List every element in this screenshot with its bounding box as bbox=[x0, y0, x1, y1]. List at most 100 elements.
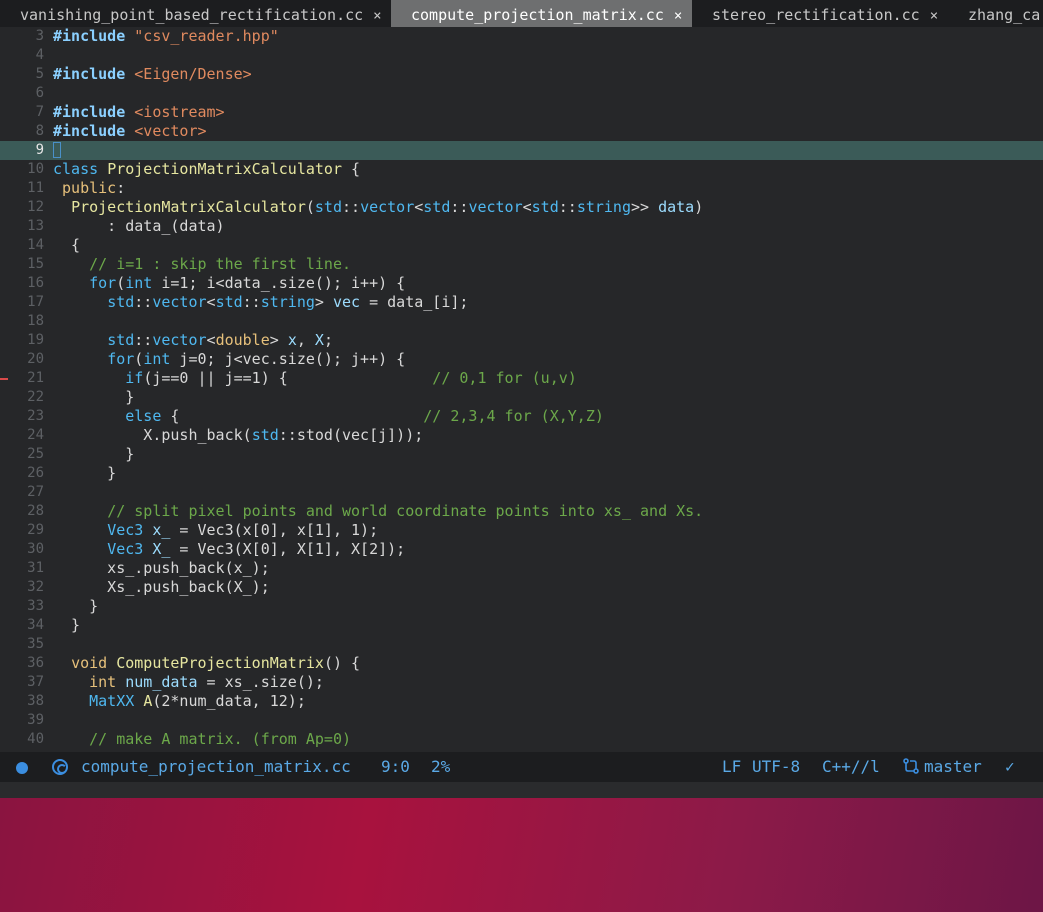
code-text: } bbox=[53, 464, 117, 482]
code-line[interactable]: 36 void ComputeProjectionMatrix() { bbox=[0, 654, 1043, 673]
code-line[interactable]: 19 std::vector<double> x, X; bbox=[0, 331, 1043, 350]
code-line[interactable]: 38 MatXX A(2*num_data, 12); bbox=[0, 692, 1043, 711]
code-line-current[interactable]: 9 bbox=[0, 141, 1043, 160]
code-line[interactable]: 7 #include <iostream> bbox=[0, 103, 1043, 122]
close-icon[interactable]: × bbox=[930, 8, 938, 24]
line-number: 35 bbox=[27, 636, 44, 652]
code-text: X.push_back(std::stod(vec[j])); bbox=[53, 426, 424, 444]
tab-label: zhang_ca bbox=[968, 6, 1041, 24]
cpp-file-icon bbox=[52, 759, 68, 775]
line-number: 14 bbox=[27, 237, 44, 253]
code-line[interactable]: 14 { bbox=[0, 236, 1043, 255]
line-number: 19 bbox=[27, 332, 44, 348]
code-text: for(int j=0; j<vec.size(); j++) { bbox=[107, 350, 406, 368]
line-number: 33 bbox=[27, 598, 44, 614]
code-text: MatXX A(2*num_data, 12); bbox=[89, 692, 306, 710]
close-icon[interactable]: × bbox=[674, 8, 682, 24]
code-line[interactable]: 20 for(int j=0; j<vec.size(); j++) { bbox=[0, 350, 1043, 369]
line-number: 30 bbox=[27, 541, 44, 557]
line-number: 17 bbox=[27, 294, 44, 310]
code-line[interactable]: 22 } bbox=[0, 388, 1043, 407]
code-text: Vec3 X_ = Vec3(X[0], X[1], X[2]); bbox=[107, 540, 406, 558]
code-line[interactable]: 29 Vec3 x_ = Vec3(x[0], x[1], 1); bbox=[0, 521, 1043, 540]
status-dot-icon[interactable] bbox=[16, 762, 28, 774]
check-icon[interactable]: ✓ bbox=[1005, 752, 1015, 782]
line-number: 6 bbox=[35, 85, 44, 101]
code-line[interactable]: 32 Xs_.push_back(X_); bbox=[0, 578, 1043, 597]
line-number: 20 bbox=[27, 351, 44, 367]
line-number: 4 bbox=[35, 47, 44, 63]
line-number: 39 bbox=[27, 712, 44, 728]
code-line[interactable]: 35 bbox=[0, 635, 1043, 654]
code-line[interactable]: 39 bbox=[0, 711, 1043, 730]
code-line[interactable]: 17 std::vector<std::string> vec = data_[… bbox=[0, 293, 1043, 312]
code-line[interactable]: 12 ProjectionMatrixCalculator(std::vecto… bbox=[0, 198, 1043, 217]
line-number: 40 bbox=[27, 731, 44, 747]
git-branch-icon bbox=[902, 752, 920, 782]
code-text: Xs_.push_back(X_); bbox=[53, 578, 270, 596]
line-number: 28 bbox=[27, 503, 44, 519]
code-line[interactable]: 15 // i=1 : skip the first line. bbox=[0, 255, 1043, 274]
status-grammar[interactable]: C++//l bbox=[822, 752, 880, 782]
status-file-name[interactable]: compute_projection_matrix.cc bbox=[81, 752, 351, 782]
code-line[interactable]: 33 } bbox=[0, 597, 1043, 616]
line-number: 8 bbox=[35, 123, 44, 139]
code-text: #include <vector> bbox=[53, 122, 207, 140]
code-line[interactable]: 6 bbox=[0, 84, 1043, 103]
code-line[interactable]: 23 else { // 2,3,4 for (X,Y,Z) bbox=[0, 407, 1043, 426]
line-number: 34 bbox=[27, 617, 44, 633]
status-branch[interactable]: master bbox=[924, 752, 982, 782]
code-line[interactable]: 25 } bbox=[0, 445, 1043, 464]
window-bottom-strip bbox=[0, 782, 1043, 798]
tab-label: vanishing_point_based_rectification.cc bbox=[20, 6, 364, 24]
code-line[interactable]: 26 } bbox=[0, 464, 1043, 483]
status-bar: compute_projection_matrix.cc 9:0 2% LF U… bbox=[0, 752, 1043, 782]
code-line[interactable]: 10 class ProjectionMatrixCalculator { bbox=[0, 160, 1043, 179]
line-number: 13 bbox=[27, 218, 44, 234]
code-line[interactable]: 28 // split pixel points and world coord… bbox=[0, 502, 1043, 521]
code-line[interactable]: 34 } bbox=[0, 616, 1043, 635]
code-text: public: bbox=[62, 179, 126, 197]
code-line[interactable]: 8 #include <vector> bbox=[0, 122, 1043, 141]
code-line[interactable]: 16 for(int i=1; i<data_.size(); i++) { bbox=[0, 274, 1043, 293]
line-number: 12 bbox=[27, 199, 44, 215]
code-line[interactable]: 3 #include "csv_reader.hpp" bbox=[0, 27, 1043, 46]
code-line[interactable]: 37 int num_data = xs_.size(); bbox=[0, 673, 1043, 692]
code-line[interactable]: 21 if(j==0 || j==1) { // 0,1 for (u,v) bbox=[0, 369, 1043, 388]
code-line[interactable]: 4 bbox=[0, 46, 1043, 65]
line-number: 10 bbox=[27, 161, 44, 177]
code-text: ProjectionMatrixCalculator(std::vector<s… bbox=[71, 198, 704, 216]
line-number: 16 bbox=[27, 275, 44, 291]
status-cursor-position[interactable]: 9:0 bbox=[381, 752, 410, 782]
code-line[interactable]: 27 bbox=[0, 483, 1043, 502]
line-number: 29 bbox=[27, 522, 44, 538]
line-number: 27 bbox=[27, 484, 44, 500]
code-line[interactable]: 31 xs_.push_back(x_); bbox=[0, 559, 1043, 578]
desktop-background bbox=[0, 798, 1043, 912]
line-number: 15 bbox=[27, 256, 44, 272]
code-line[interactable]: 24 X.push_back(std::stod(vec[j])); bbox=[0, 426, 1043, 445]
status-scroll-percent: 2% bbox=[431, 757, 451, 776]
code-line[interactable]: 5 #include <Eigen/Dense> bbox=[0, 65, 1043, 84]
code-text: void ComputeProjectionMatrix() { bbox=[71, 654, 361, 672]
tab-label: stereo_rectification.cc bbox=[712, 6, 920, 24]
line-number: 32 bbox=[27, 579, 44, 595]
code-text: #include "csv_reader.hpp" bbox=[53, 27, 279, 45]
code-text: // split pixel points and world coordina… bbox=[107, 502, 704, 520]
line-number: 22 bbox=[27, 389, 44, 405]
status-encoding[interactable]: UTF-8 bbox=[752, 752, 800, 782]
code-text: xs_.push_back(x_); bbox=[53, 559, 270, 577]
code-editor[interactable]: 3 #include "csv_reader.hpp" 4 5 #include <… bbox=[0, 27, 1043, 752]
code-line[interactable]: 11 public: bbox=[0, 179, 1043, 198]
code-line[interactable]: 18 bbox=[0, 312, 1043, 331]
line-number: 3 bbox=[35, 28, 44, 44]
status-line-ending[interactable]: LF bbox=[722, 752, 741, 782]
code-line[interactable]: 40 // make A matrix. (from Ap=0) bbox=[0, 730, 1043, 749]
code-line[interactable]: 30 Vec3 X_ = Vec3(X[0], X[1], X[2]); bbox=[0, 540, 1043, 559]
line-number: 11 bbox=[27, 180, 44, 196]
close-icon[interactable]: × bbox=[373, 8, 381, 24]
code-line[interactable]: 13 : data_(data) bbox=[0, 217, 1043, 236]
line-number: 25 bbox=[27, 446, 44, 462]
code-text: } bbox=[53, 616, 81, 634]
code-text: // make A matrix. (from Ap=0) bbox=[89, 730, 352, 748]
